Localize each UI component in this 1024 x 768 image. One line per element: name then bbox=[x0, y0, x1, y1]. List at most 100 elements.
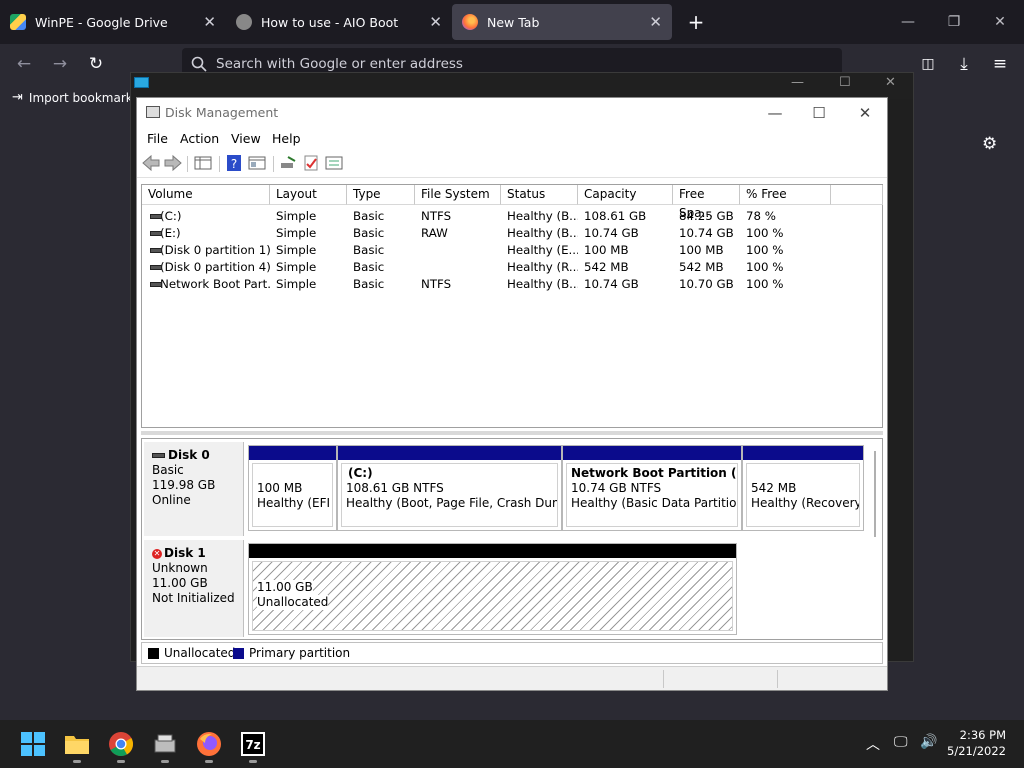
download-icon[interactable]: ⤓ bbox=[950, 50, 978, 78]
aio-boot-icon bbox=[154, 734, 176, 753]
tab-google-drive[interactable]: WinPE - Google Drive ✕ bbox=[0, 4, 226, 40]
properties-icon[interactable] bbox=[247, 154, 267, 172]
forward-arrow-icon[interactable] bbox=[163, 154, 183, 172]
host-maximize-button[interactable]: ☐ bbox=[839, 75, 851, 90]
disk1-info[interactable]: ✕ Disk 1 Unknown 11.00 GB Not Initialized bbox=[144, 540, 244, 637]
chrome-button[interactable] bbox=[108, 731, 134, 763]
menu-icon[interactable]: ≡ bbox=[986, 50, 1014, 78]
scrollbar-thumb[interactable] bbox=[874, 451, 876, 537]
volume-cell-wrap: (C:) bbox=[142, 208, 270, 225]
legend-unallocated-swatch bbox=[148, 648, 159, 659]
tab-aio-boot[interactable]: How to use - AIO Boot ✕ bbox=[226, 4, 452, 40]
back-button[interactable]: ← bbox=[10, 50, 38, 78]
col-volume[interactable]: Volume bbox=[142, 185, 270, 205]
volume-cell: RAW bbox=[421, 226, 448, 240]
aio-boot-button[interactable] bbox=[152, 731, 178, 763]
console-tree-icon[interactable] bbox=[193, 154, 213, 172]
dm-titlebar[interactable]: Disk Management — ☐ ✕ bbox=[137, 98, 887, 128]
forward-button[interactable]: → bbox=[46, 50, 74, 78]
reload-button[interactable]: ↻ bbox=[82, 50, 110, 78]
svg-text:?: ? bbox=[231, 157, 237, 171]
network-icon[interactable]: 🖵 bbox=[894, 734, 908, 750]
volume-cell-wrap: 10.70 GB bbox=[673, 276, 740, 293]
disk0-size: 119.98 GB bbox=[152, 478, 216, 492]
host-window-titlebar[interactable]: — ☐ ✕ bbox=[131, 73, 913, 99]
volume-cell-wrap: Basic bbox=[347, 208, 415, 225]
volume-icon bbox=[150, 248, 162, 253]
volume-cell: Healthy (R... bbox=[507, 260, 578, 274]
clock[interactable]: 2:36 PM 5/21/2022 bbox=[940, 727, 1006, 759]
partition-unallocated[interactable]: 11.00 GB Unallocated bbox=[248, 543, 737, 635]
search-icon bbox=[191, 56, 207, 72]
tab-label: How to use - AIO Boot bbox=[261, 14, 399, 30]
host-close-button[interactable]: ✕ bbox=[885, 75, 896, 90]
volume-icon[interactable]: 🔊 bbox=[920, 734, 937, 750]
menu-file[interactable]: File bbox=[147, 131, 168, 146]
close-tab-icon[interactable]: ✕ bbox=[429, 13, 442, 31]
dm-minimize-button[interactable]: — bbox=[755, 102, 795, 124]
pocket-icon[interactable]: ◫ bbox=[914, 50, 942, 78]
help-icon[interactable]: ? bbox=[224, 154, 244, 172]
check-icon[interactable] bbox=[301, 154, 321, 172]
file-explorer-button[interactable] bbox=[64, 731, 90, 763]
col-layout[interactable]: Layout bbox=[270, 185, 347, 205]
volume-cell-wrap: NTFS bbox=[415, 208, 501, 225]
menu-view[interactable]: View bbox=[231, 131, 261, 146]
partition-e[interactable]: Network Boot Partition (E:) 10.74 GB NTFS… bbox=[562, 445, 742, 531]
col-type[interactable]: Type bbox=[347, 185, 415, 205]
menu-help[interactable]: Help bbox=[272, 131, 301, 146]
close-window-button[interactable]: ✕ bbox=[982, 8, 1018, 36]
chevron-up-icon[interactable]: ︿ bbox=[866, 734, 880, 754]
dm-toolbar: ? bbox=[137, 150, 887, 178]
host-minimize-button[interactable]: — bbox=[791, 75, 804, 90]
volume-cell-wrap: (Disk 0 partition 4) bbox=[142, 259, 270, 276]
minimize-button[interactable]: — bbox=[890, 8, 926, 36]
primary-bar bbox=[249, 446, 336, 460]
settings-list-icon[interactable] bbox=[324, 154, 344, 172]
running-indicator bbox=[205, 760, 213, 763]
volume-cell-wrap: Basic bbox=[347, 276, 415, 293]
new-tab-button[interactable]: + bbox=[682, 8, 710, 36]
partition-efi[interactable]: 100 MBHealthy (EFI Sy bbox=[248, 445, 337, 531]
running-indicator bbox=[117, 760, 125, 763]
volume-cell-wrap: 108.61 GB bbox=[578, 208, 673, 225]
back-arrow-icon[interactable] bbox=[141, 154, 161, 172]
firefox-button[interactable] bbox=[196, 731, 222, 763]
dm-close-button[interactable]: ✕ bbox=[845, 102, 885, 124]
close-tab-icon[interactable]: ✕ bbox=[649, 13, 662, 31]
volume-row[interactable]: (Disk 0 partition 4) Simple Basic Healthy (… bbox=[142, 259, 882, 276]
tab-label: WinPE - Google Drive bbox=[35, 14, 168, 30]
volume-cell-wrap: Network Boot Part... bbox=[142, 276, 270, 293]
volume-row[interactable]: (E:) Simple Basic RAW Healthy (B... 10.74 GB 1… bbox=[142, 225, 882, 242]
7zip-button[interactable]: 7z bbox=[240, 731, 266, 763]
col-free-space[interactable]: Free Spa... bbox=[673, 185, 740, 220]
col-status[interactable]: Status bbox=[501, 185, 578, 205]
volume-row[interactable]: (C:) Simple Basic NTFS Healthy (B... 108.61 G… bbox=[142, 208, 882, 225]
volume-row[interactable]: (Disk 0 partition 1) Simple Basic Healthy (… bbox=[142, 242, 882, 259]
menu-action[interactable]: Action bbox=[180, 131, 219, 146]
disk1-name: Disk 1 bbox=[164, 546, 206, 560]
volume-cell-wrap: 10.74 GB bbox=[673, 225, 740, 242]
gear-icon[interactable]: ⚙ bbox=[982, 134, 997, 154]
part-size: 542 MB bbox=[751, 481, 797, 495]
start-button[interactable] bbox=[20, 731, 46, 757]
connect-icon[interactable] bbox=[278, 154, 298, 172]
partition-recovery[interactable]: 542 MBHealthy (Recovery P bbox=[742, 445, 864, 531]
restore-button[interactable]: ❐ bbox=[936, 8, 972, 36]
disk0-info[interactable]: Disk 0 Basic 119.98 GB Online bbox=[144, 442, 244, 536]
partition-c[interactable]: (C:) 108.61 GB NTFS Healthy (Boot, Page Fi… bbox=[337, 445, 562, 531]
pane-splitter[interactable] bbox=[141, 431, 883, 435]
close-tab-icon[interactable]: ✕ bbox=[203, 13, 216, 31]
col-percent-free[interactable]: % Free bbox=[740, 185, 831, 205]
col-capacity[interactable]: Capacity bbox=[578, 185, 673, 205]
dm-maximize-button[interactable]: ☐ bbox=[799, 102, 839, 124]
volume-cell: 542 MB bbox=[679, 260, 724, 274]
clock-time: 2:36 PM bbox=[959, 728, 1006, 742]
volume-cell: NTFS bbox=[421, 277, 452, 291]
col-file-system[interactable]: File System bbox=[415, 185, 501, 205]
unalloc-label: Unallocated bbox=[257, 595, 329, 610]
primary-bar bbox=[563, 446, 741, 460]
volume-row[interactable]: Network Boot Part... Simple Basic NTFS Healt… bbox=[142, 276, 882, 293]
volume-cell: Healthy (B... bbox=[507, 209, 578, 223]
tab-new-tab[interactable]: New Tab ✕ bbox=[452, 4, 672, 40]
